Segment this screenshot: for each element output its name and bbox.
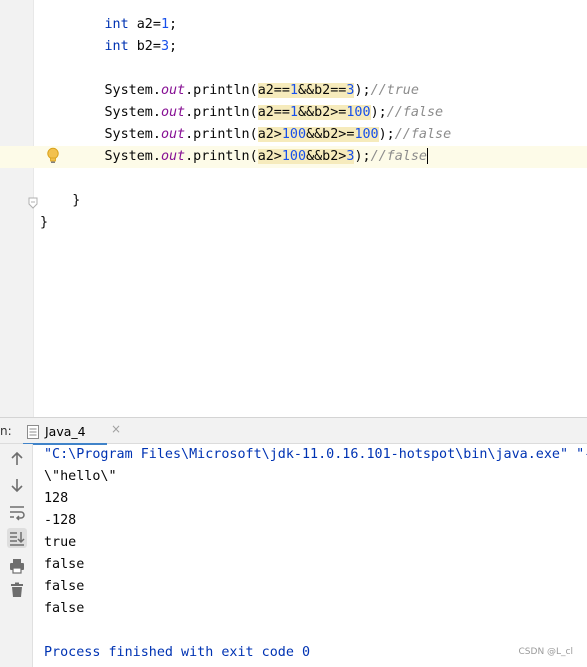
run-tab-bar: n: Java_4 × bbox=[0, 417, 587, 445]
console-line: \"hello\" bbox=[44, 469, 117, 484]
code-line-5: System.out.println(a2>100&&b2>=100);//fa… bbox=[104, 127, 452, 142]
soft-wrap-icon[interactable] bbox=[7, 502, 27, 522]
console-line: true bbox=[44, 535, 77, 550]
code-line-2: int b2=3; bbox=[104, 39, 178, 54]
lightbulb-icon[interactable] bbox=[46, 147, 60, 165]
code-editor[interactable]: int a2=1; int b2=3; System.out.println(a… bbox=[0, 0, 587, 417]
console-exit-line: Process finished with exit code 0 bbox=[44, 645, 311, 660]
trash-icon[interactable] bbox=[7, 580, 27, 600]
code-line-3: System.out.println(a2==1&&b2==3);//true bbox=[104, 83, 419, 98]
scroll-to-end-icon[interactable] bbox=[7, 528, 27, 548]
expression-highlight: a2>100&&b2>=100 bbox=[257, 127, 379, 142]
code-line-6: System.out.println(a2>100&&b2>3);//false bbox=[104, 148, 428, 164]
console-line: -128 bbox=[44, 513, 77, 528]
console-line: false bbox=[44, 601, 85, 616]
code-line-8: } bbox=[40, 215, 49, 230]
code-line-4: System.out.println(a2==1&&b2>=100);//fal… bbox=[104, 105, 444, 120]
code-line-7: } bbox=[72, 193, 81, 208]
print-icon[interactable] bbox=[7, 556, 27, 576]
tab-java-4[interactable]: Java_4 × bbox=[23, 418, 121, 445]
expression-highlight: a2>100&&b2>3 bbox=[257, 149, 355, 164]
console-output[interactable]: "C:\Program Files\Microsoft\jdk-11.0.16.… bbox=[44, 444, 587, 664]
config-file-icon bbox=[27, 424, 39, 439]
console-line: 128 bbox=[44, 491, 69, 506]
tab-title: Java_4 bbox=[45, 424, 86, 439]
arrow-down-icon[interactable] bbox=[7, 475, 27, 495]
arrow-up-icon[interactable] bbox=[7, 449, 27, 469]
run-label: n: bbox=[0, 424, 12, 438]
watermark: CSDN @L_cl bbox=[518, 647, 573, 657]
console-line: false bbox=[44, 579, 85, 594]
expression-highlight: a2==1&&b2==3 bbox=[257, 83, 355, 98]
close-icon[interactable]: × bbox=[111, 422, 121, 436]
code-line-1: int a2=1; bbox=[104, 17, 178, 32]
fold-icon[interactable] bbox=[28, 194, 38, 209]
run-toolbar bbox=[0, 444, 33, 667]
console-line: false bbox=[44, 557, 85, 572]
console-command-line: "C:\Program Files\Microsoft\jdk-11.0.16.… bbox=[44, 447, 587, 462]
text-caret bbox=[427, 148, 428, 164]
run-tool-window: n: Java_4 × "C:\Program Files\Microsoft\… bbox=[0, 417, 587, 667]
expression-highlight: a2==1&&b2>=100 bbox=[257, 105, 371, 120]
